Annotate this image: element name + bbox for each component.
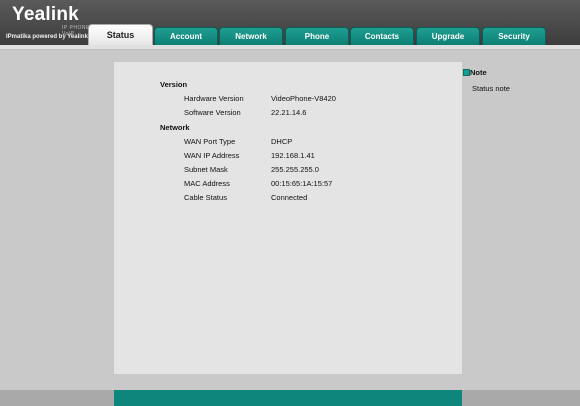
mac-address-label: MAC Address: [184, 179, 230, 188]
network-heading: Network: [160, 123, 190, 132]
tab-upgrade[interactable]: Upgrade: [416, 27, 480, 45]
note-title: Note: [470, 68, 487, 77]
wan-port-type-label: WAN Port Type: [184, 137, 236, 146]
hardware-version-label: Hardware Version: [184, 94, 244, 103]
footer-left: [0, 390, 114, 406]
cable-status-label: Cable Status: [184, 193, 227, 202]
tab-contacts[interactable]: Contacts: [350, 27, 414, 45]
mac-address-value: 00:15:65:1A:15:57: [271, 179, 333, 188]
tab-security[interactable]: Security: [482, 27, 546, 45]
footer-right: [462, 390, 580, 406]
subnet-mask-label: Subnet Mask: [184, 165, 228, 174]
tab-network[interactable]: Network: [219, 27, 283, 45]
brand-tagline: IPmatika powered by Yealink: [6, 34, 88, 40]
wan-ip-address-value: 192.168.1.41: [271, 151, 315, 160]
logo-text: Yealink: [12, 4, 79, 25]
status-panel: Version Hardware Version VideoPhone-V842…: [114, 62, 462, 374]
note-panel: Note Status note: [462, 62, 580, 374]
tab-status[interactable]: Status: [88, 24, 153, 45]
tab-account[interactable]: Account: [154, 27, 218, 45]
sub-navigation-bar: [0, 45, 580, 50]
note-text: Status note: [472, 84, 510, 93]
main-nav: Status Account Network Phone Contacts Up…: [88, 24, 580, 45]
note-icon: [463, 69, 470, 76]
version-heading: Version: [160, 80, 188, 89]
tab-phone[interactable]: Phone: [285, 27, 349, 45]
cable-status-value: Connected: [271, 193, 308, 202]
header-bar: Yealink IP PHONE VoIP IPmatika powered b…: [0, 0, 580, 45]
software-version-label: Software Version: [184, 108, 241, 117]
footer-bar: [114, 390, 462, 406]
wan-port-type-value: DHCP: [271, 137, 293, 146]
hardware-version-value: VideoPhone-V8420: [271, 94, 336, 103]
subnet-mask-value: 255.255.255.0: [271, 165, 319, 174]
yealink-logo: Yealink IP PHONE VoIP IPmatika powered b…: [6, 4, 94, 44]
wan-ip-address-label: WAN IP Address: [184, 151, 240, 160]
software-version-value: 22.21.14.6: [271, 108, 307, 117]
